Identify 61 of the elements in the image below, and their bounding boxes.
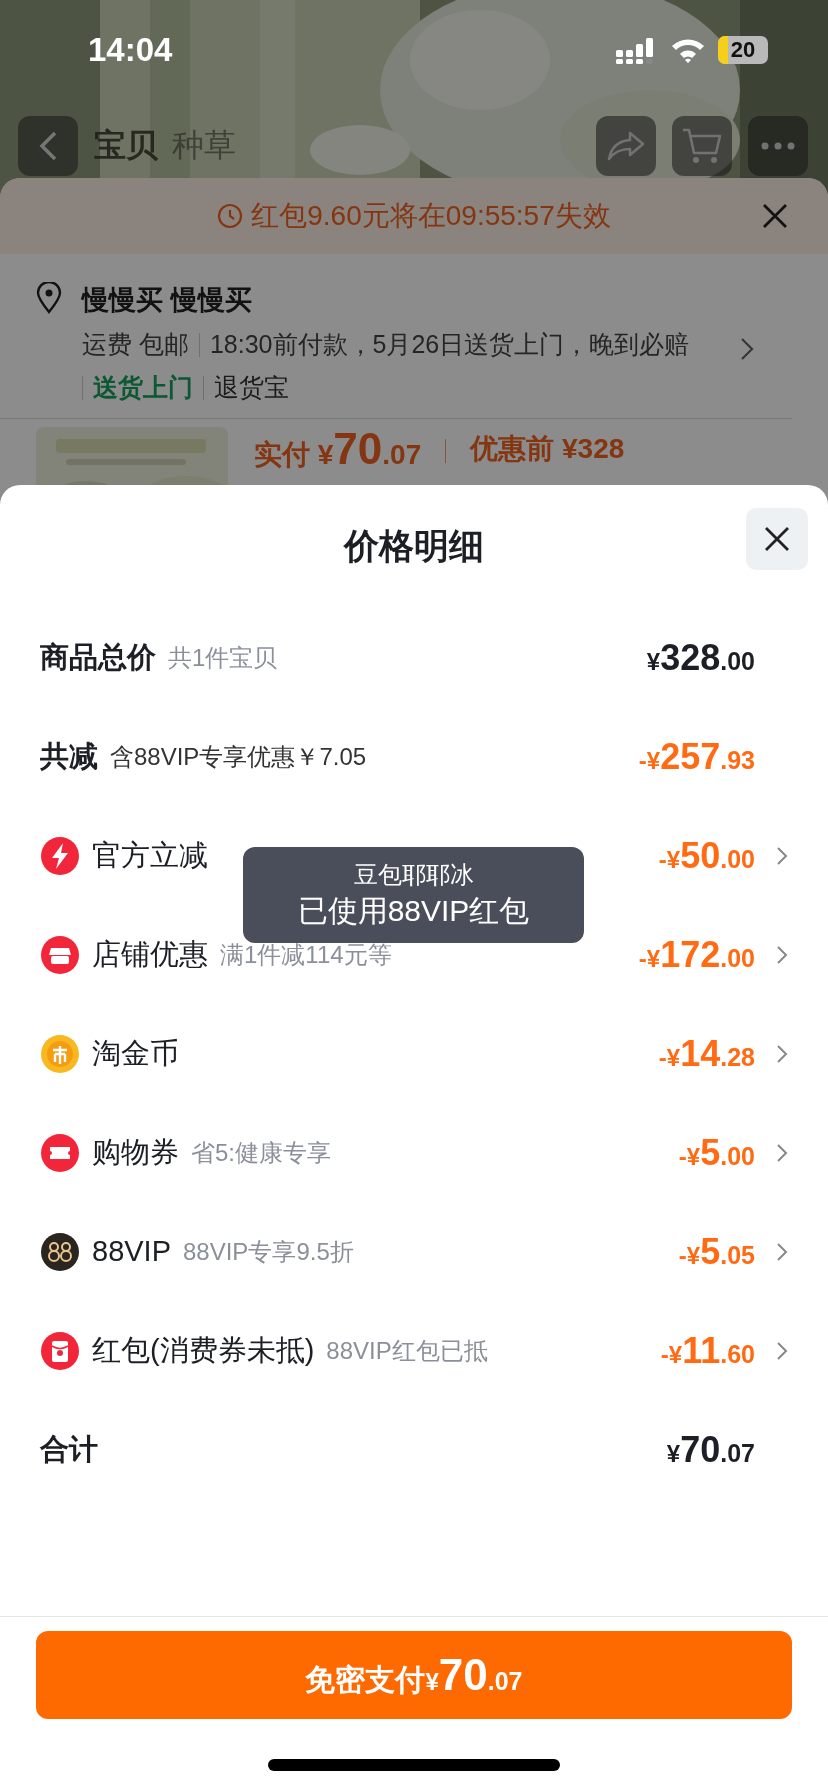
amount-text: -¥11.60 — [660, 1329, 755, 1372]
close-icon[interactable] — [762, 203, 788, 229]
service-tag: 送货上门 — [93, 371, 193, 404]
chevron-right-icon[interactable] — [740, 337, 754, 361]
chevron-right-icon[interactable] — [776, 845, 788, 866]
amount-text: -¥50.00 — [658, 834, 755, 877]
more-icon — [761, 142, 795, 150]
shipping-fee: 运费 包邮 — [82, 329, 189, 360]
chevron-right-icon[interactable] — [776, 1043, 788, 1064]
row-label: 官方立减 — [92, 837, 208, 873]
amount-text: -¥5.00 — [678, 1131, 755, 1174]
vip-badge-icon — [40, 1231, 80, 1272]
battery-icon: 20 — [718, 36, 768, 64]
row-label: 商品总价 — [40, 639, 156, 675]
shop-icon — [40, 934, 80, 975]
chevron-right-icon[interactable] — [776, 1340, 788, 1361]
chevron-right-icon[interactable] — [776, 1142, 788, 1163]
share-icon — [606, 130, 646, 162]
amount-text: ¥70.07 — [666, 1428, 755, 1471]
clock-icon — [217, 203, 244, 229]
chevron-right-icon[interactable] — [776, 1241, 788, 1262]
amount-text: -¥172.00 — [638, 933, 755, 976]
lightning-icon — [40, 835, 80, 876]
sheet-title: 价格明细 — [344, 525, 484, 567]
coin-icon — [40, 1033, 80, 1074]
row-note: 共1件宝贝 — [168, 642, 278, 673]
row-label: 淘金币 — [92, 1035, 179, 1071]
row-note: 含88VIP专享优惠￥7.05 — [110, 741, 367, 772]
row-note: 满1件减114元等 — [220, 939, 392, 970]
row-label: 合计 — [40, 1431, 98, 1467]
row-label: 店铺优惠 — [92, 936, 208, 972]
amount-text: ¥328.00 — [646, 636, 755, 679]
close-icon — [764, 526, 790, 552]
amount-text: -¥14.28 — [658, 1032, 755, 1075]
envelope-icon — [40, 1330, 80, 1371]
cart-icon — [681, 127, 723, 165]
close-button[interactable] — [746, 508, 808, 570]
amount-text: -¥257.93 — [638, 735, 755, 778]
row-note: 88VIP专享9.5折 — [183, 1236, 354, 1267]
original-price-text: 优惠前 ¥328 — [470, 432, 625, 466]
delivery-text: 18:30前付款，5月26日送货上门，晚到必赔 — [209, 329, 690, 360]
service-tag: 退货宝 — [214, 371, 289, 404]
row-label: 共减 — [40, 738, 98, 774]
countdown-text: 红包9.60元将在09:55:57失效 — [251, 199, 611, 233]
back-icon — [37, 130, 59, 162]
paid-price-text: 实付 ¥70.07 — [254, 427, 422, 475]
row-label: 88VIP — [92, 1235, 171, 1268]
ticket-icon — [40, 1132, 80, 1173]
row-note: 省5:健康专享 — [191, 1137, 331, 1168]
row-label: 购物券 — [92, 1134, 179, 1170]
toast-text: 已使用88VIP红包 — [297, 892, 530, 929]
row-label: 红包(消费券未抵) — [92, 1332, 315, 1368]
recipient-name: 慢慢买 慢慢买 — [82, 284, 253, 317]
nav-tab[interactable]: 宝贝 — [94, 124, 158, 168]
amount-text: -¥5.05 — [678, 1230, 755, 1273]
chevron-right-icon[interactable] — [776, 944, 788, 965]
location-pin-icon — [36, 282, 62, 314]
toast-text: 豆包耶耶冰 — [353, 859, 474, 890]
status-time: 14:04 — [88, 31, 173, 69]
row-note: 88VIP红包已抵 — [326, 1335, 488, 1366]
pay-button[interactable]: 免密支付¥70.07 — [36, 1631, 792, 1719]
